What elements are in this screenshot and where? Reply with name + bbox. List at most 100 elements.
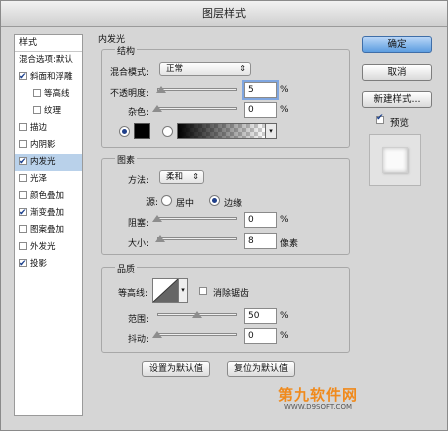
style-checkbox[interactable] — [19, 191, 27, 199]
anti-alias-checkbox[interactable] — [199, 287, 207, 295]
style-checkbox[interactable] — [19, 242, 27, 250]
style-list-label: 图案叠加 — [30, 225, 65, 235]
style-list-label: 描边 — [30, 123, 48, 133]
style-list-item[interactable]: 混合选项:默认 — [15, 52, 82, 69]
range-label: 范围: — [128, 315, 150, 325]
style-list-label: 纹理 — [44, 106, 62, 116]
style-checkbox[interactable] — [19, 205, 27, 221]
style-checkbox[interactable] — [19, 154, 27, 170]
range-unit: % — [280, 311, 289, 321]
method-label: 方法: — [128, 176, 150, 186]
opacity-field[interactable]: 5 — [244, 82, 277, 98]
anti-alias-label: 消除锯齿 — [213, 289, 250, 299]
style-list-item[interactable]: 渐变叠加 — [15, 205, 82, 222]
style-checkbox[interactable] — [33, 106, 41, 114]
style-checkbox[interactable] — [33, 89, 41, 97]
styles-header[interactable]: 样式 — [15, 35, 82, 52]
jitter-slider-thumb[interactable] — [152, 331, 162, 338]
method-select[interactable]: 柔和 ⇕ — [159, 170, 204, 184]
opacity-slider[interactable] — [157, 88, 237, 91]
style-list-item[interactable]: 内阴影 — [15, 137, 82, 154]
size-field[interactable]: 8 — [244, 233, 277, 249]
choke-slider[interactable] — [157, 217, 237, 220]
style-list-label: 等高线 — [44, 89, 70, 99]
contour-preview[interactable] — [152, 278, 179, 303]
gradient-radio[interactable] — [162, 126, 173, 137]
jitter-unit: % — [280, 331, 289, 341]
source-center-radio[interactable] — [161, 195, 172, 206]
blend-mode-select[interactable]: 正常 ⇕ — [159, 62, 251, 76]
source-edge-radio[interactable] — [209, 195, 220, 206]
blend-mode-label: 混合模式: — [110, 68, 150, 78]
source-edge-label: 边缘 — [224, 199, 243, 209]
choke-label: 阻塞: — [128, 219, 150, 229]
style-list-item[interactable]: 颜色叠加 — [15, 188, 82, 205]
solid-color-radio[interactable] — [119, 126, 130, 137]
styles-items: 混合选项:默认斜面和浮雕等高线纹理描边内阴影内发光光泽颜色叠加渐变叠加图案叠加外… — [15, 52, 82, 273]
style-list-item[interactable]: 外发光 — [15, 239, 82, 256]
choke-field[interactable]: 0 — [244, 212, 277, 228]
jitter-label: 抖动: — [128, 335, 150, 345]
style-list-label: 混合选项:默认 — [19, 55, 73, 65]
ok-button[interactable]: 确定 — [362, 36, 432, 53]
style-checkbox[interactable] — [19, 256, 27, 272]
jitter-slider[interactable] — [157, 333, 237, 336]
cancel-button[interactable]: 取消 — [362, 64, 432, 81]
style-list-label: 内阴影 — [30, 140, 56, 150]
style-list-label: 渐变叠加 — [30, 208, 65, 218]
style-list-item[interactable]: 描边 — [15, 120, 82, 137]
style-list-item[interactable]: 斜面和浮雕 — [15, 69, 82, 86]
opacity-unit: % — [280, 85, 289, 95]
choke-unit: % — [280, 215, 289, 225]
contour-label: 等高线: — [118, 289, 149, 299]
updown-icon: ⇕ — [239, 64, 246, 73]
glow-color-swatch[interactable] — [134, 123, 150, 139]
choke-slider-thumb[interactable] — [152, 215, 162, 222]
structure-title: 结构 — [115, 44, 138, 57]
range-slider-thumb[interactable] — [192, 311, 202, 318]
noise-label: 杂色: — [128, 108, 150, 118]
style-checkbox[interactable] — [19, 225, 27, 233]
contour-dropdown-icon[interactable]: ▾ — [179, 278, 188, 303]
range-field[interactable]: 50 — [244, 308, 277, 324]
size-slider-thumb[interactable] — [154, 235, 165, 242]
style-checkbox[interactable] — [19, 174, 27, 182]
noise-slider-thumb[interactable] — [152, 105, 162, 112]
style-list-label: 外发光 — [30, 242, 56, 252]
style-list-item[interactable]: 等高线 — [15, 86, 82, 103]
dialog-title: 图层样式 — [1, 1, 447, 27]
watermark-brand: 第九软件网 — [277, 386, 358, 404]
preview-label: 预览 — [390, 118, 410, 129]
quality-title: 品质 — [115, 262, 138, 275]
size-slider[interactable] — [157, 237, 237, 240]
style-list-item[interactable]: 光泽 — [15, 171, 82, 188]
jitter-field[interactable]: 0 — [244, 328, 277, 344]
elements-title: 图素 — [115, 153, 138, 166]
watermark-logo: 第九软件网 WWW.D9SOFT.COM — [263, 384, 373, 411]
size-label: 大小: — [128, 239, 150, 249]
noise-slider[interactable] — [157, 107, 237, 110]
style-list-item[interactable]: 图案叠加 — [15, 222, 82, 239]
style-checkbox[interactable] — [19, 140, 27, 148]
style-list-item[interactable]: 内发光 — [15, 154, 82, 171]
style-list-label: 颜色叠加 — [30, 191, 65, 201]
reset-default-button[interactable]: 复位为默认值 — [227, 361, 295, 377]
style-checkbox[interactable] — [19, 123, 27, 131]
style-list-item[interactable]: 投影 — [15, 256, 82, 273]
opacity-slider-thumb[interactable] — [156, 86, 166, 93]
gradient-dropdown-icon[interactable]: ▾ — [266, 123, 277, 139]
style-preview-box — [369, 134, 421, 186]
source-label: 源: — [146, 198, 159, 208]
method-value: 柔和 — [166, 172, 184, 182]
new-style-button[interactable]: 新建样式... — [362, 91, 432, 108]
style-list-item[interactable]: 纹理 — [15, 103, 82, 120]
style-checkbox[interactable] — [19, 69, 27, 85]
noise-field[interactable]: 0 — [244, 102, 277, 118]
gradient-preview[interactable] — [177, 123, 266, 139]
layer-style-dialog: 图层样式 样式 混合选项:默认斜面和浮雕等高线纹理描边内阴影内发光光泽颜色叠加渐… — [0, 0, 448, 431]
set-default-button[interactable]: 设置为默认值 — [142, 361, 210, 377]
preview-checkbox[interactable] — [376, 113, 384, 124]
style-list-label: 投影 — [30, 259, 48, 269]
style-list-label: 内发光 — [30, 157, 56, 167]
source-center-label: 居中 — [176, 199, 195, 209]
